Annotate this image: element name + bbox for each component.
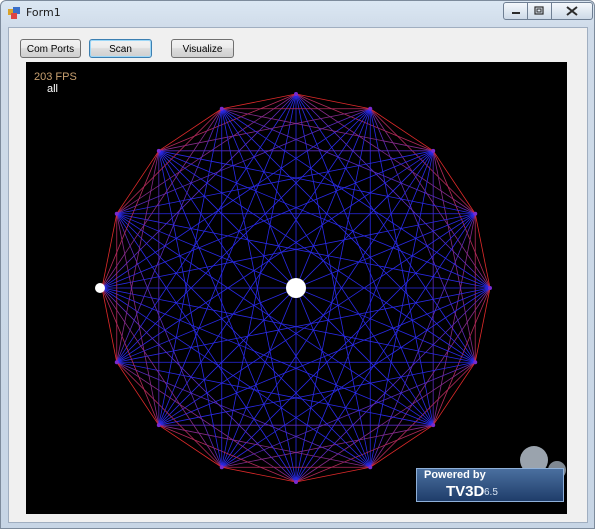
- graph-node: [114, 211, 119, 216]
- title-bar[interactable]: Form1: [1, 1, 594, 25]
- minimize-button[interactable]: [503, 2, 528, 20]
- form1-window: Form1 Com Ports Scan Visualize 203 FPS a…: [0, 0, 595, 529]
- graph-node: [156, 423, 161, 428]
- graph-node: [473, 211, 478, 216]
- graph-edge: [101, 287, 434, 426]
- graph-edge: [101, 150, 160, 289]
- close-icon: [566, 6, 578, 16]
- graph-node: [294, 92, 298, 96]
- form-client-area: Com Ports Scan Visualize 203 FPS all Pow…: [8, 27, 588, 523]
- logo-version: 6.5: [484, 487, 498, 498]
- tv3d-logo: Powered by TV3D 6.5: [416, 442, 567, 514]
- graph-node: [431, 423, 436, 428]
- side-marker: [95, 283, 105, 293]
- graph-edge: [158, 424, 297, 483]
- graph-edge: [158, 150, 491, 289]
- graph-node: [294, 480, 298, 484]
- graph-node: [431, 148, 436, 153]
- maximize-button[interactable]: [527, 2, 552, 20]
- scan-button[interactable]: Scan: [89, 39, 152, 58]
- graph-node: [156, 148, 161, 153]
- graph-edge: [101, 287, 160, 426]
- restore-icon: [534, 6, 544, 15]
- com-ports-button[interactable]: Com Ports: [20, 39, 81, 58]
- graph-node: [473, 360, 478, 365]
- graph-node: [219, 465, 224, 470]
- center-marker: [286, 278, 306, 298]
- logo-brand: TV3D: [446, 483, 485, 500]
- graph-node: [368, 106, 373, 111]
- render-viewport[interactable]: 203 FPS all Powered by TV3D 6.5: [26, 62, 567, 514]
- window-title: Form1: [26, 6, 61, 19]
- visualize-button[interactable]: Visualize: [171, 39, 234, 58]
- mode-label: all: [47, 83, 59, 95]
- close-button[interactable]: [551, 2, 593, 20]
- fps-counter: 203 FPS: [34, 71, 77, 83]
- app-icon: [8, 7, 20, 19]
- graph-node: [219, 106, 224, 111]
- graph-node: [368, 465, 373, 470]
- minimize-icon: [512, 12, 520, 14]
- logo-powered-by: Powered by: [424, 469, 486, 481]
- graph-edge: [158, 150, 297, 483]
- graph-node: [488, 286, 492, 290]
- graph-node: [114, 360, 119, 365]
